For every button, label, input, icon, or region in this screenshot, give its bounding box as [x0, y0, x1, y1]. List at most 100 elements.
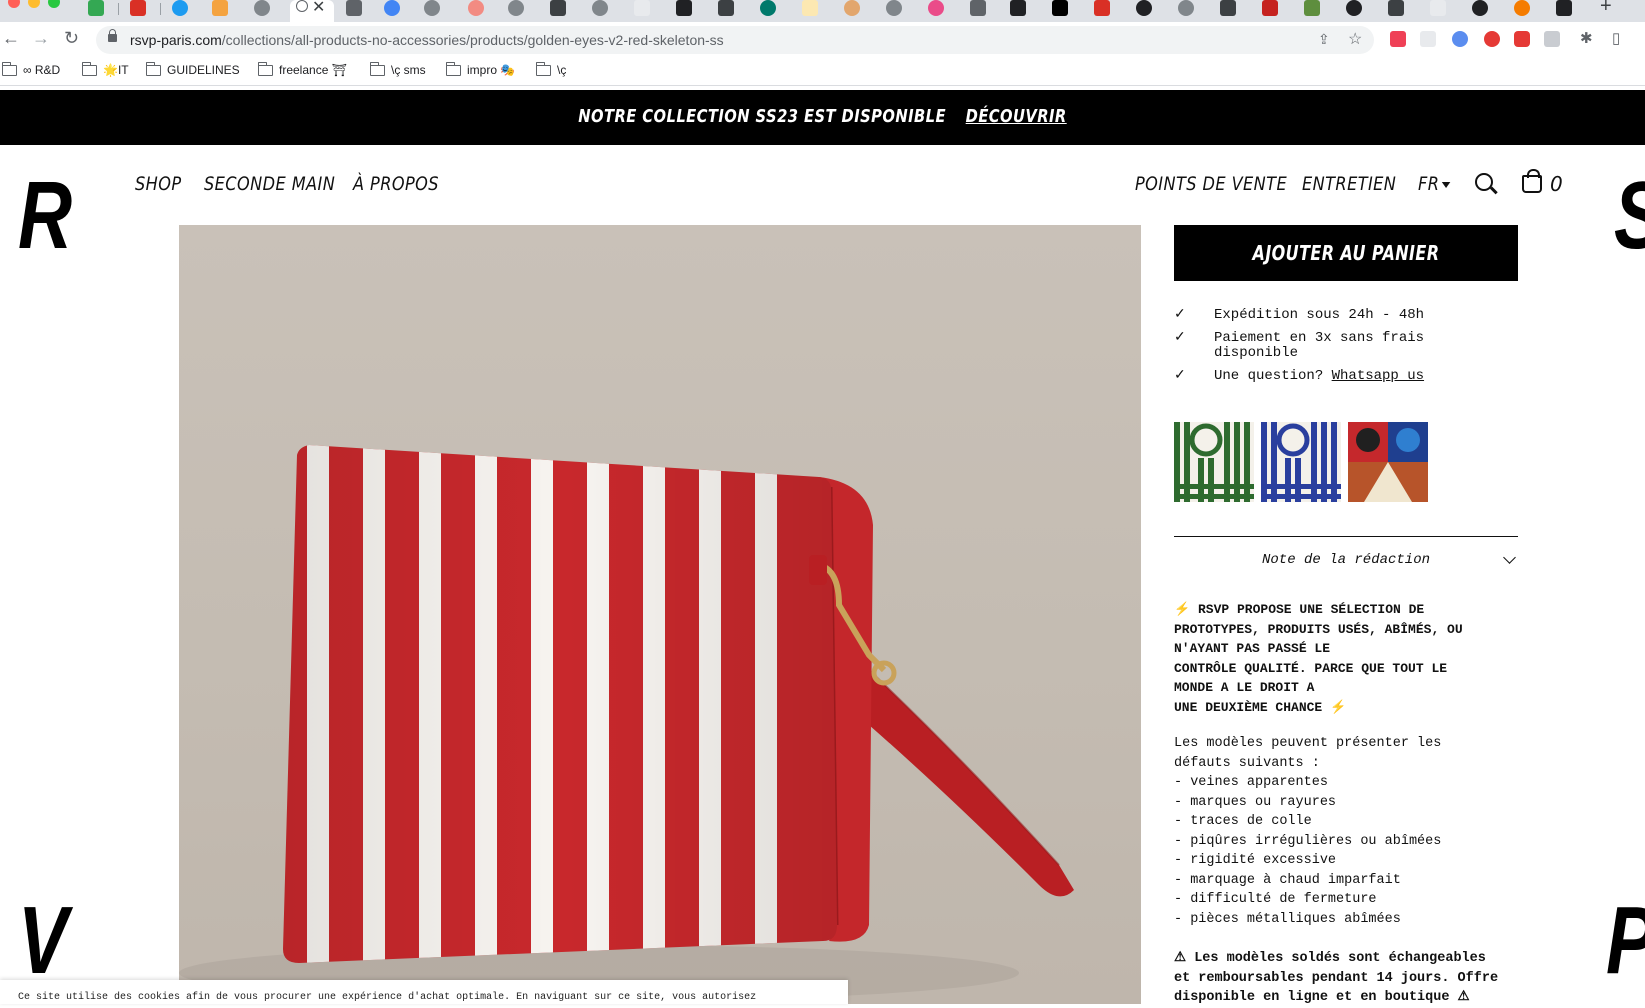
- intro-line: ⚡ RSVP PROPOSE UNE SÉLECTION DE: [1174, 602, 1425, 617]
- tab-favicon[interactable]: [1346, 0, 1362, 16]
- folder-icon: [535, 61, 551, 76]
- tab-favicon[interactable]: [844, 0, 860, 16]
- tab-favicon[interactable]: [88, 0, 104, 16]
- tab-favicon[interactable]: [970, 0, 986, 16]
- nav-seconde-main[interactable]: SECONDE MAIN: [204, 173, 335, 195]
- ublock-extension-icon[interactable]: [1484, 31, 1500, 47]
- minimize-window-button[interactable]: [28, 0, 40, 8]
- tab-favicon[interactable]: [1388, 0, 1404, 16]
- tab-favicon[interactable]: [130, 0, 146, 16]
- tab-favicon[interactable]: [1556, 0, 1572, 16]
- tab-favicon[interactable]: [592, 0, 608, 16]
- variant-swatch-blue[interactable]: [1261, 422, 1341, 502]
- feature-text: Une question? Whatsapp us: [1214, 369, 1514, 384]
- address-bar[interactable]: rsvp-paris.com/collections/all-products-…: [96, 26, 1374, 54]
- new-tab-button[interactable]: +: [1600, 0, 1612, 18]
- tab-favicon[interactable]: [1472, 0, 1488, 16]
- tab-favicon[interactable]: [1136, 0, 1152, 16]
- sidebar-icon[interactable]: ▯: [1612, 29, 1620, 47]
- whatsapp-link[interactable]: Whatsapp us: [1332, 368, 1424, 384]
- tab-favicon[interactable]: [468, 0, 484, 16]
- bookmark-folder[interactable]: \ç sms: [369, 61, 426, 77]
- nav-points-de-vente[interactable]: POINTS DE VENTE: [1135, 173, 1287, 195]
- tab-favicon[interactable]: [424, 0, 440, 16]
- tab-favicon[interactable]: [172, 0, 188, 16]
- tab-favicon[interactable]: [1514, 0, 1530, 16]
- forward-icon[interactable]: →: [32, 28, 50, 49]
- puzzle-icon[interactable]: ✱: [1580, 29, 1593, 47]
- tab-favicon: [296, 0, 308, 12]
- warning-line: ⚠ Les modèles soldés sont échangeables: [1174, 951, 1486, 966]
- pocket-extension-icon[interactable]: [1390, 31, 1406, 47]
- folder-icon: [1, 61, 17, 76]
- bookmark-folder[interactable]: ∞ R&D: [1, 61, 60, 77]
- defects-line: - veines apparentes: [1174, 775, 1328, 790]
- tab-favicon[interactable]: [676, 0, 692, 16]
- swatch-pattern: [1174, 422, 1254, 502]
- search-icon[interactable]: [1475, 173, 1493, 191]
- reload-icon[interactable]: ↻: [64, 28, 79, 49]
- tab-favicon[interactable]: [1262, 0, 1278, 16]
- tab-favicon[interactable]: [1430, 0, 1446, 16]
- star-icon[interactable]: ☆: [1348, 29, 1362, 49]
- nav-a-propos[interactable]: À PROPOS: [353, 173, 439, 195]
- add-to-cart-button[interactable]: AJOUTER AU PANIER: [1174, 225, 1518, 281]
- tab-strip: ✕ +: [0, 0, 1645, 22]
- extension-icon[interactable]: [1452, 31, 1468, 47]
- back-icon[interactable]: ←: [2, 28, 20, 49]
- tab-favicon[interactable]: [254, 0, 270, 16]
- maximize-window-button[interactable]: [48, 0, 60, 8]
- tab-favicon[interactable]: [634, 0, 650, 16]
- cart-icon[interactable]: [1522, 169, 1542, 193]
- tab-favicon[interactable]: [550, 0, 566, 16]
- bookmarks-bar: ∞ R&D 🌟IT GUIDELINES freelance ⛩ \ç sms …: [0, 58, 1645, 86]
- bookmark-folder[interactable]: 🌟IT: [81, 61, 129, 77]
- tab-favicon[interactable]: [1178, 0, 1194, 16]
- lock-icon[interactable]: [108, 29, 117, 42]
- feature-text: Paiement en 3x sans frais disponible: [1214, 330, 1425, 361]
- bookmark-label: \ç: [557, 63, 567, 77]
- tab-separator: [160, 3, 161, 15]
- share-icon[interactable]: ⇪: [1318, 31, 1330, 48]
- tab-favicon[interactable]: [384, 0, 400, 16]
- adblock-extension-icon[interactable]: [1514, 31, 1530, 47]
- tab-favicon[interactable]: [928, 0, 944, 16]
- tab-favicon[interactable]: [1304, 0, 1320, 16]
- close-window-button[interactable]: [8, 0, 20, 8]
- discover-link[interactable]: DÉCOUVRIR: [966, 106, 1067, 127]
- bookmark-folder[interactable]: impro 🎭: [445, 61, 515, 77]
- url-text[interactable]: rsvp-paris.com/collections/all-products-…: [130, 32, 724, 48]
- tab-favicon[interactable]: [1010, 0, 1026, 16]
- tab-favicon[interactable]: [802, 0, 818, 16]
- tab-favicon[interactable]: [718, 0, 734, 16]
- product-image[interactable]: [179, 225, 1141, 1004]
- active-tab[interactable]: ✕: [290, 0, 334, 22]
- tab-favicon[interactable]: [1094, 0, 1110, 16]
- tab-favicon[interactable]: [212, 0, 228, 16]
- language-selector[interactable]: FR: [1418, 173, 1451, 195]
- variant-swatch-multicolor[interactable]: [1348, 422, 1428, 502]
- bookmark-label: 🌟IT: [103, 63, 129, 77]
- nav-entretien[interactable]: ENTRETIEN: [1302, 173, 1396, 195]
- logo-letter-r[interactable]: R: [18, 168, 72, 264]
- tab-favicon[interactable]: [1220, 0, 1236, 16]
- defects-line: - rigidité excessive: [1174, 853, 1337, 868]
- variant-swatch-green[interactable]: [1174, 422, 1254, 502]
- tab-favicon[interactable]: [1052, 0, 1068, 16]
- bookmark-folder[interactable]: GUIDELINES: [145, 61, 240, 77]
- tab-favicon[interactable]: [760, 0, 776, 16]
- bookmark-folder[interactable]: freelance ⛩: [257, 61, 347, 77]
- extension-icon[interactable]: [1544, 31, 1560, 47]
- url-path: /collections/all-products-no-accessories…: [221, 32, 724, 48]
- tab-favicon[interactable]: [346, 0, 362, 16]
- cart-count[interactable]: 0: [1550, 172, 1563, 196]
- bookmark-folder[interactable]: \ç: [535, 61, 567, 77]
- defects-line: - pièces métalliques abîmées: [1174, 911, 1401, 927]
- nav-shop[interactable]: SHOP: [135, 173, 182, 195]
- language-label: FR: [1418, 173, 1440, 195]
- tab-favicon[interactable]: [886, 0, 902, 16]
- extension-icon[interactable]: [1420, 31, 1436, 47]
- tab-favicon[interactable]: [508, 0, 524, 16]
- note-accordion-toggle[interactable]: Note de la rédaction: [1174, 552, 1518, 568]
- close-tab-icon[interactable]: ✕: [312, 0, 325, 17]
